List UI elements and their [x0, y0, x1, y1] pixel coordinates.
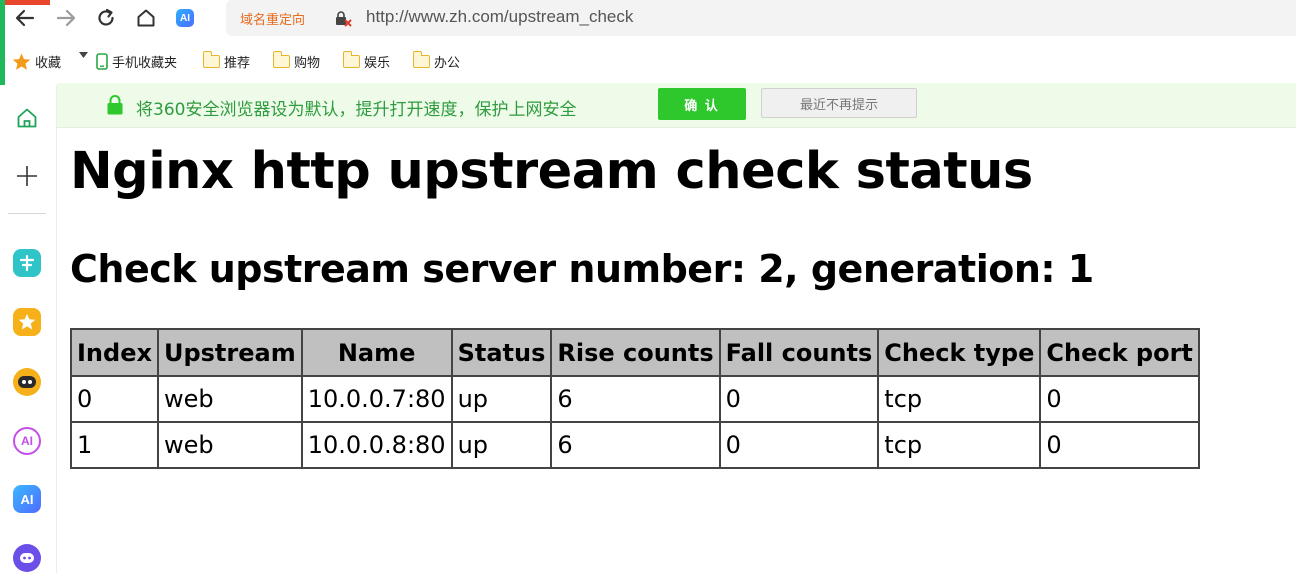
table-cell: 0	[1039, 375, 1200, 423]
bookmark-label: 手机收藏夹	[112, 56, 178, 71]
table-cell: 10.0.0.7:80	[300, 375, 453, 423]
dismiss-button[interactable]: 最近不再提示	[761, 88, 917, 118]
confirm-button[interactable]: 确 认	[658, 88, 746, 120]
sidebar-app-ai-circle[interactable]: AI	[12, 426, 42, 456]
translate-app-icon	[13, 249, 41, 277]
insecure-connection-icon[interactable]	[334, 10, 352, 28]
address-bar[interactable]: 域名重定向 http://www.zh.com/upstream_check	[226, 0, 1296, 36]
table-cell: 0	[70, 375, 159, 423]
forward-arrow-icon	[56, 9, 76, 27]
ai-circle-app-icon: AI	[13, 427, 41, 455]
column-header: Rise counts	[550, 328, 721, 377]
default-browser-notification: 将360安全浏览器设为默认，提升打开速度，保护上网安全 确 认 最近不再提示	[57, 83, 1296, 128]
folder-icon	[272, 51, 290, 68]
page-title: Nginx http upstream check status	[70, 142, 1033, 201]
folder-icon	[342, 51, 360, 68]
reload-button[interactable]	[94, 6, 118, 30]
table-cell: web	[156, 375, 303, 423]
phone-icon	[96, 53, 108, 70]
column-header: Name	[300, 328, 453, 377]
sidebar-app-translate[interactable]	[12, 248, 42, 278]
bookmark-label: 推荐	[224, 56, 251, 71]
sidebar-app-ai[interactable]: AI	[12, 484, 42, 514]
caret-down-icon	[79, 52, 88, 58]
bookmark-folder-entertainment[interactable]: 娱乐	[342, 51, 391, 71]
home-icon	[17, 108, 37, 128]
folder-icon	[412, 51, 430, 68]
bookmark-folder-shopping[interactable]: 购物	[272, 51, 321, 71]
column-header: Fall counts	[718, 328, 880, 377]
bookmark-folder-office[interactable]: 办公	[412, 51, 461, 71]
plus-icon	[17, 166, 37, 186]
folder-icon	[202, 51, 220, 68]
bookmark-label: 娱乐	[364, 56, 391, 71]
bookmark-label: 办公	[434, 56, 461, 71]
table-header-row: Index Upstream Name Status Rise counts F…	[70, 328, 1200, 377]
table-cell: 0	[718, 421, 880, 469]
url-text[interactable]: http://www.zh.com/upstream_check	[366, 7, 633, 27]
bookmark-label: 收藏	[35, 56, 62, 71]
sidebar-app-favorites[interactable]	[12, 307, 42, 337]
table-cell: 0	[1039, 421, 1200, 469]
notification-text: 将360安全浏览器设为默认，提升打开速度，保护上网安全	[136, 100, 577, 120]
table-cell: 6	[550, 375, 721, 423]
table-cell: web	[156, 421, 303, 469]
table-cell: up	[450, 375, 553, 423]
bookmark-mobile[interactable]: 手机收藏夹	[96, 52, 177, 71]
table-row: 1 web 10.0.0.8:80 up 6 0 tcp 0	[70, 421, 1200, 469]
table-cell: 6	[550, 421, 721, 469]
table-cell: 1	[70, 421, 159, 469]
table-row: 0 web 10.0.0.7:80 up 6 0 tcp 0	[70, 375, 1200, 423]
back-button[interactable]	[13, 6, 37, 30]
column-header: Upstream	[156, 328, 303, 377]
bookmarks-bar: 收藏 手机收藏夹 推荐 购物 娱乐 办公	[0, 44, 1296, 78]
sidebar-divider	[8, 213, 46, 214]
home-button[interactable]	[134, 6, 158, 30]
table-cell: tcp	[877, 375, 1042, 423]
browser-toolbar: AI 域名重定向 http://www.zh.com/upstream_chec…	[0, 0, 1296, 36]
chat-app-icon	[13, 544, 41, 572]
sidebar: AI AI	[0, 85, 57, 573]
upstream-status-table: Index Upstream Name Status Rise counts F…	[70, 328, 1200, 469]
forward-button[interactable]	[54, 6, 78, 30]
sidebar-app-chat[interactable]	[12, 543, 42, 573]
page-subtitle: Check upstream server number: 2, generat…	[70, 247, 1094, 291]
bookmark-dropdown[interactable]	[79, 52, 88, 58]
ai-app-icon: AI	[13, 485, 41, 513]
column-header: Check port	[1039, 328, 1200, 377]
sidebar-home-button[interactable]	[12, 103, 42, 133]
robot-app-icon	[13, 368, 41, 396]
bookmark-label: 购物	[294, 56, 321, 71]
table-cell: tcp	[877, 421, 1042, 469]
ai-badge-label: AI	[180, 12, 190, 24]
column-header: Index	[70, 328, 159, 377]
star-icon	[12, 52, 31, 70]
table-cell: 10.0.0.8:80	[300, 421, 453, 469]
bookmark-favorites[interactable]: 收藏	[12, 52, 61, 71]
sidebar-add-button[interactable]	[12, 161, 42, 191]
sidebar-app-robot[interactable]	[12, 367, 42, 397]
table-cell: up	[450, 421, 553, 469]
tab-indicator	[0, 0, 50, 5]
back-arrow-icon	[15, 9, 35, 27]
column-header: Status	[450, 328, 553, 377]
favorites-app-icon	[13, 308, 41, 336]
redirect-label: 域名重定向	[240, 13, 306, 28]
table-cell: 0	[718, 375, 880, 423]
bookmark-folder-recommend[interactable]: 推荐	[202, 51, 251, 71]
column-header: Check type	[877, 328, 1042, 377]
lock-icon	[107, 95, 123, 115]
reload-icon	[98, 8, 114, 26]
home-icon	[137, 9, 155, 27]
ai-assistant-button[interactable]: AI	[176, 9, 194, 27]
